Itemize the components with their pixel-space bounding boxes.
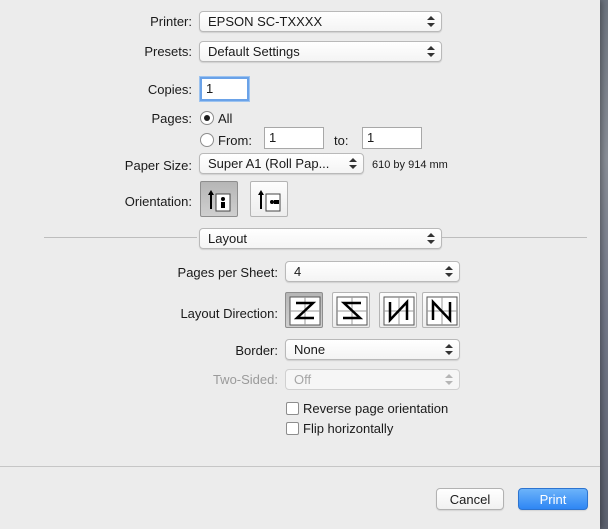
pages-from-radio[interactable] [200,133,214,147]
print-button[interactable]: Print [518,488,588,510]
copies-label: Copies: [147,82,192,97]
section-popup[interactable]: Layout [199,228,442,249]
pages-to-field[interactable]: 1 [362,127,422,149]
pages-all-label: All [218,111,233,126]
popup-arrows-icon [445,373,453,386]
two-sided-popup: Off [285,369,460,390]
two-sided-value: Off [294,372,312,387]
paper-size-label: Paper Size: [124,158,192,173]
landscape-icon [258,190,281,212]
popup-arrows-icon [445,265,453,278]
popup-arrows-icon [349,157,357,170]
z-direction-icon [289,296,321,326]
pages-per-sheet-label: Pages per Sheet: [177,265,278,280]
reverse-n-direction-icon [426,296,458,326]
layout-direction-label: Layout Direction: [180,306,278,321]
presets-value: Default Settings [208,44,300,59]
popup-arrows-icon [445,343,453,356]
pages-label: Pages: [151,111,192,126]
orientation-portrait-button[interactable] [200,181,238,217]
orientation-landscape-button[interactable] [250,181,288,217]
cancel-button[interactable]: Cancel [436,488,504,510]
pages-all-radio[interactable] [200,111,214,125]
bottom-divider [0,466,600,467]
presets-label: Presets: [144,44,192,59]
pages-to-label: to: [334,133,349,148]
paper-size-dimensions: 610 by 914 mm [372,159,448,171]
border-label: Border: [235,343,278,358]
printer-popup[interactable]: EPSON SC-TXXXX [199,11,442,32]
print-dialog: Printer: EPSON SC-TXXXX Presets: Default… [0,0,600,529]
copies-field[interactable]: 1 [200,77,249,101]
reverse-orientation-label: Reverse page orientation [303,401,449,416]
layout-direction-n-button[interactable] [379,292,417,328]
flip-horizontally-label: Flip horizontally [303,421,394,436]
reverse-z-direction-icon [336,296,368,326]
section-divider-left [44,237,197,238]
layout-direction-reverse-z-button[interactable] [332,292,370,328]
section-value: Layout [208,231,248,246]
pages-from-field[interactable]: 1 [264,127,324,149]
layout-direction-reverse-n-button[interactable] [422,292,460,328]
printer-label: Printer: [150,14,192,29]
orientation-label: Orientation: [124,194,192,209]
two-sided-label: Two-Sided: [212,372,278,387]
n-direction-icon [383,296,415,326]
printer-value: EPSON SC-TXXXX [208,14,323,29]
paper-size-value: Super A1 (Roll Pap... [208,156,330,171]
flip-horizontally-checkbox[interactable] [286,422,299,435]
pages-from-label: From: [218,133,252,148]
pages-per-sheet-popup[interactable]: 4 [285,261,460,282]
presets-popup[interactable]: Default Settings [199,41,442,62]
portrait-icon [208,190,231,212]
section-divider-right [442,237,587,238]
pages-per-sheet-value: 4 [294,264,302,279]
border-value: None [294,342,326,357]
paper-size-popup[interactable]: Super A1 (Roll Pap... [199,153,364,174]
popup-arrows-icon [427,15,435,28]
popup-arrows-icon [427,45,435,58]
layout-direction-z-button[interactable] [285,292,323,328]
border-popup[interactable]: None [285,339,460,360]
popup-arrows-icon [427,232,435,245]
reverse-orientation-checkbox[interactable] [286,402,299,415]
